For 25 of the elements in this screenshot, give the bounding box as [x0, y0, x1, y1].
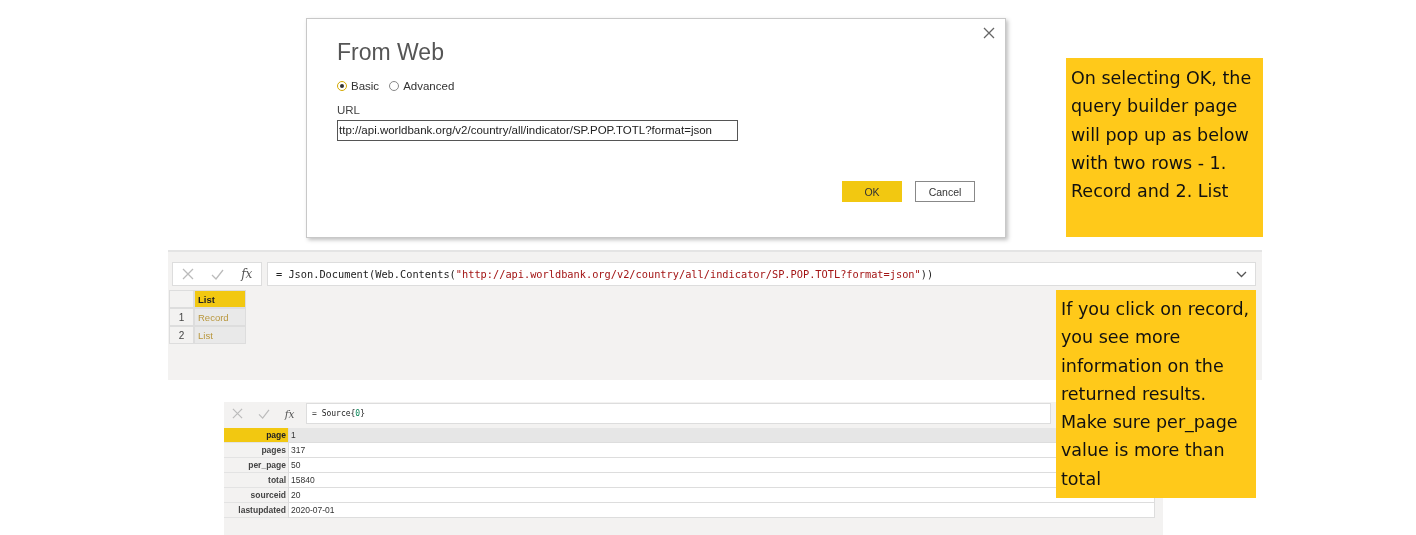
cancel-icon[interactable] [181, 268, 194, 280]
formula-field[interactable]: = Source{0} [306, 403, 1051, 424]
dialog-title: From Web [337, 39, 445, 66]
table-cell: 2020-07-01 [288, 503, 1155, 518]
radio-option[interactable]: Advanced [389, 80, 455, 92]
chevron-icon[interactable] [1236, 270, 1247, 278]
check-icon[interactable] [257, 408, 270, 419]
annotation-note: If you click on record, you see more information on the returned results. Make sure per_page value is more than total [1056, 290, 1256, 498]
field-name[interactable]: page [224, 428, 288, 443]
cancel-icon[interactable] [231, 408, 243, 419]
fx-label[interactable]: fx [241, 267, 253, 281]
check-icon[interactable] [210, 268, 224, 280]
fx-label[interactable]: fx [284, 407, 295, 420]
ok-button[interactable]: OK [842, 181, 902, 202]
radio-option[interactable]: Basic [337, 80, 380, 92]
cancel-button[interactable]: Cancel [915, 181, 975, 202]
column-header[interactable]: List [194, 290, 246, 308]
formula-field[interactable]: = Json.Document(Web.Contents("http://api.worldbank.org/v2/country/all/indicator/SP.POP.TOTL?format=json")) [267, 262, 1256, 286]
annotation-note: On selecting OK, the query builder page will pop up as below with two rows - 1. Record and 2. List [1066, 58, 1263, 237]
url-field[interactable]: ttp://api.worldbank.org/v2/country/all/indicator/SP.POP.TOTL?format=json [337, 120, 738, 141]
table-cell: 20 [288, 488, 1155, 503]
row-number: 1 [169, 308, 194, 326]
url-label: URL [337, 104, 361, 116]
close-icon[interactable] [983, 27, 995, 39]
row-number: 2 [169, 326, 194, 344]
